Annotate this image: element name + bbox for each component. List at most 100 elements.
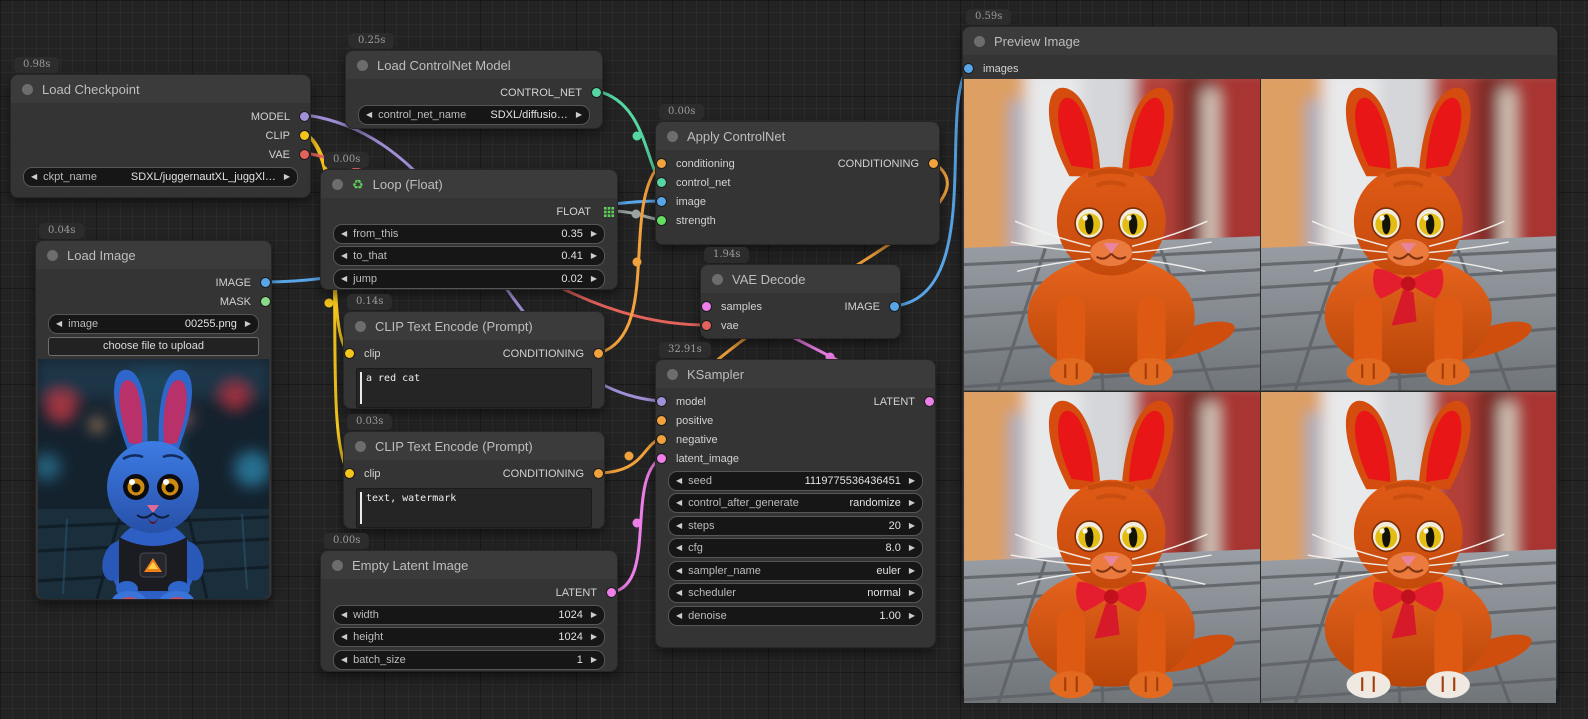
next-arrow-icon[interactable]: ▶ bbox=[909, 477, 915, 485]
port-negative-input[interactable] bbox=[657, 435, 666, 444]
control-net-name-widget[interactable]: ◀ control_net_name SDXL/diffusio… ▶ bbox=[358, 105, 590, 125]
node-title-bar[interactable]: Empty Latent Image bbox=[321, 551, 617, 579]
collapse-dot[interactable] bbox=[974, 36, 985, 47]
node-vae-decode[interactable]: 1.94s VAE Decode samples IMAGE vae bbox=[700, 264, 901, 339]
next-arrow-icon[interactable]: ▶ bbox=[591, 633, 597, 641]
prev-arrow-icon[interactable]: ◀ bbox=[366, 111, 372, 119]
cfg-widget[interactable]: ◀cfg8.0▶ bbox=[668, 538, 923, 558]
node-title-bar[interactable]: Load Checkpoint bbox=[11, 75, 310, 103]
prev-arrow-icon[interactable]: ◀ bbox=[676, 544, 682, 552]
port-vae-input[interactable] bbox=[702, 321, 711, 330]
port-latent-output[interactable] bbox=[607, 588, 616, 597]
node-load-image[interactable]: 0.04s Load Image IMAGE MASK ◀image00255.… bbox=[35, 240, 272, 600]
collapse-dot[interactable] bbox=[667, 131, 678, 142]
denoise-widget[interactable]: ◀denoise1.00▶ bbox=[668, 606, 923, 626]
node-preview-image[interactable]: 0.59s Preview Image images bbox=[962, 26, 1558, 694]
node-title-bar[interactable]: Load Image bbox=[36, 241, 271, 269]
next-arrow-icon[interactable]: ▶ bbox=[591, 252, 597, 260]
prompt-textarea[interactable]: a red cat bbox=[356, 368, 592, 408]
node-title-bar[interactable]: Preview Image bbox=[963, 27, 1557, 55]
collapse-dot[interactable] bbox=[22, 84, 33, 95]
prev-arrow-icon[interactable]: ◀ bbox=[676, 612, 682, 620]
prev-arrow-icon[interactable]: ◀ bbox=[341, 230, 347, 238]
node-apply-controlnet[interactable]: 0.00s Apply ControlNet conditioning COND… bbox=[655, 121, 940, 245]
next-arrow-icon[interactable]: ▶ bbox=[284, 173, 290, 181]
node-title-bar[interactable]: KSampler bbox=[656, 360, 935, 388]
jump-widget[interactable]: ◀jump0.02▶ bbox=[333, 269, 605, 289]
next-arrow-icon[interactable]: ▶ bbox=[909, 499, 915, 507]
port-image-output[interactable] bbox=[261, 278, 270, 287]
collapse-dot[interactable] bbox=[712, 274, 723, 285]
port-mask-output[interactable] bbox=[261, 297, 270, 306]
next-arrow-icon[interactable]: ▶ bbox=[576, 111, 582, 119]
port-latent-output[interactable] bbox=[925, 397, 934, 406]
node-load-checkpoint[interactable]: 0.98s Load Checkpoint MODEL CLIP VAE ◀ c… bbox=[10, 74, 311, 198]
scheduler-widget[interactable]: ◀schedulernormal▶ bbox=[668, 583, 923, 603]
node-title-bar[interactable]: ♻ Loop (Float) bbox=[321, 170, 617, 198]
prev-arrow-icon[interactable]: ◀ bbox=[341, 656, 347, 664]
batch-size-widget[interactable]: ◀batch_size1▶ bbox=[333, 650, 605, 670]
prev-arrow-icon[interactable]: ◀ bbox=[676, 522, 682, 530]
collapse-dot[interactable] bbox=[667, 369, 678, 380]
node-graph-canvas[interactable]: 0.98s Load Checkpoint MODEL CLIP VAE ◀ c… bbox=[0, 0, 1588, 719]
node-title-bar[interactable]: VAE Decode bbox=[701, 265, 900, 293]
port-images-input[interactable] bbox=[964, 64, 973, 73]
float-output-grid-icon[interactable] bbox=[604, 207, 614, 217]
next-arrow-icon[interactable]: ▶ bbox=[245, 320, 251, 328]
port-vae-output[interactable] bbox=[300, 150, 309, 159]
image-thumbnail[interactable] bbox=[38, 359, 269, 599]
height-widget[interactable]: ◀height1024▶ bbox=[333, 627, 605, 647]
prev-arrow-icon[interactable]: ◀ bbox=[341, 633, 347, 641]
collapse-dot[interactable] bbox=[47, 250, 58, 261]
collapse-dot[interactable] bbox=[332, 560, 343, 571]
next-arrow-icon[interactable]: ▶ bbox=[591, 275, 597, 283]
port-control-net-output[interactable] bbox=[592, 88, 601, 97]
node-loop-float[interactable]: 0.00s ♻ Loop (Float) FLOAT ◀from_this0.3… bbox=[320, 169, 618, 290]
port-image-output[interactable] bbox=[890, 302, 899, 311]
preview-image-4[interactable] bbox=[1261, 392, 1557, 704]
node-clip-text-encode-negative[interactable]: 0.03s CLIP Text Encode (Prompt) clip CON… bbox=[343, 431, 605, 529]
width-widget[interactable]: ◀width1024▶ bbox=[333, 605, 605, 625]
node-title-bar[interactable]: CLIP Text Encode (Prompt) bbox=[344, 312, 604, 340]
prev-arrow-icon[interactable]: ◀ bbox=[341, 252, 347, 260]
node-load-controlnet-model[interactable]: 0.25s Load ControlNet Model CONTROL_NET … bbox=[345, 50, 603, 129]
next-arrow-icon[interactable]: ▶ bbox=[591, 230, 597, 238]
prev-arrow-icon[interactable]: ◀ bbox=[341, 611, 347, 619]
port-model-output[interactable] bbox=[300, 112, 309, 121]
prompt-textarea[interactable]: text, watermark bbox=[356, 488, 592, 528]
port-positive-input[interactable] bbox=[657, 416, 666, 425]
next-arrow-icon[interactable]: ▶ bbox=[591, 611, 597, 619]
next-arrow-icon[interactable]: ▶ bbox=[909, 522, 915, 530]
preview-image-2[interactable] bbox=[1261, 79, 1557, 391]
from-this-widget[interactable]: ◀from_this0.35▶ bbox=[333, 224, 605, 244]
to-that-widget[interactable]: ◀to_that0.41▶ bbox=[333, 246, 605, 266]
node-title-bar[interactable]: Load ControlNet Model bbox=[346, 51, 602, 79]
next-arrow-icon[interactable]: ▶ bbox=[909, 567, 915, 575]
next-arrow-icon[interactable]: ▶ bbox=[591, 656, 597, 664]
port-conditioning-output[interactable] bbox=[594, 469, 603, 478]
preview-image-1[interactable] bbox=[964, 79, 1260, 391]
steps-widget[interactable]: ◀steps20▶ bbox=[668, 516, 923, 536]
node-ksampler[interactable]: 32.91s KSampler model LATENT positive ne… bbox=[655, 359, 936, 648]
node-title-bar[interactable]: CLIP Text Encode (Prompt) bbox=[344, 432, 604, 460]
port-clip-output[interactable] bbox=[300, 131, 309, 140]
collapse-dot[interactable] bbox=[332, 179, 343, 190]
node-clip-text-encode-positive[interactable]: 0.14s CLIP Text Encode (Prompt) clip CON… bbox=[343, 311, 605, 409]
collapse-dot[interactable] bbox=[355, 441, 366, 452]
prev-arrow-icon[interactable]: ◀ bbox=[676, 477, 682, 485]
preview-image-3[interactable] bbox=[964, 392, 1260, 704]
seed-widget[interactable]: ◀seed1119775536436451▶ bbox=[668, 471, 923, 491]
next-arrow-icon[interactable]: ▶ bbox=[909, 589, 915, 597]
prev-arrow-icon[interactable]: ◀ bbox=[31, 173, 37, 181]
collapse-dot[interactable] bbox=[355, 321, 366, 332]
port-conditioning-output[interactable] bbox=[929, 159, 938, 168]
port-clip-input[interactable] bbox=[345, 349, 354, 358]
prev-arrow-icon[interactable]: ◀ bbox=[341, 275, 347, 283]
port-latent-image-input[interactable] bbox=[657, 454, 666, 463]
image-file-widget[interactable]: ◀image00255.png▶ bbox=[48, 314, 259, 334]
port-image-input[interactable] bbox=[657, 197, 666, 206]
prev-arrow-icon[interactable]: ◀ bbox=[676, 589, 682, 597]
prev-arrow-icon[interactable]: ◀ bbox=[676, 567, 682, 575]
collapse-dot[interactable] bbox=[357, 60, 368, 71]
next-arrow-icon[interactable]: ▶ bbox=[909, 612, 915, 620]
